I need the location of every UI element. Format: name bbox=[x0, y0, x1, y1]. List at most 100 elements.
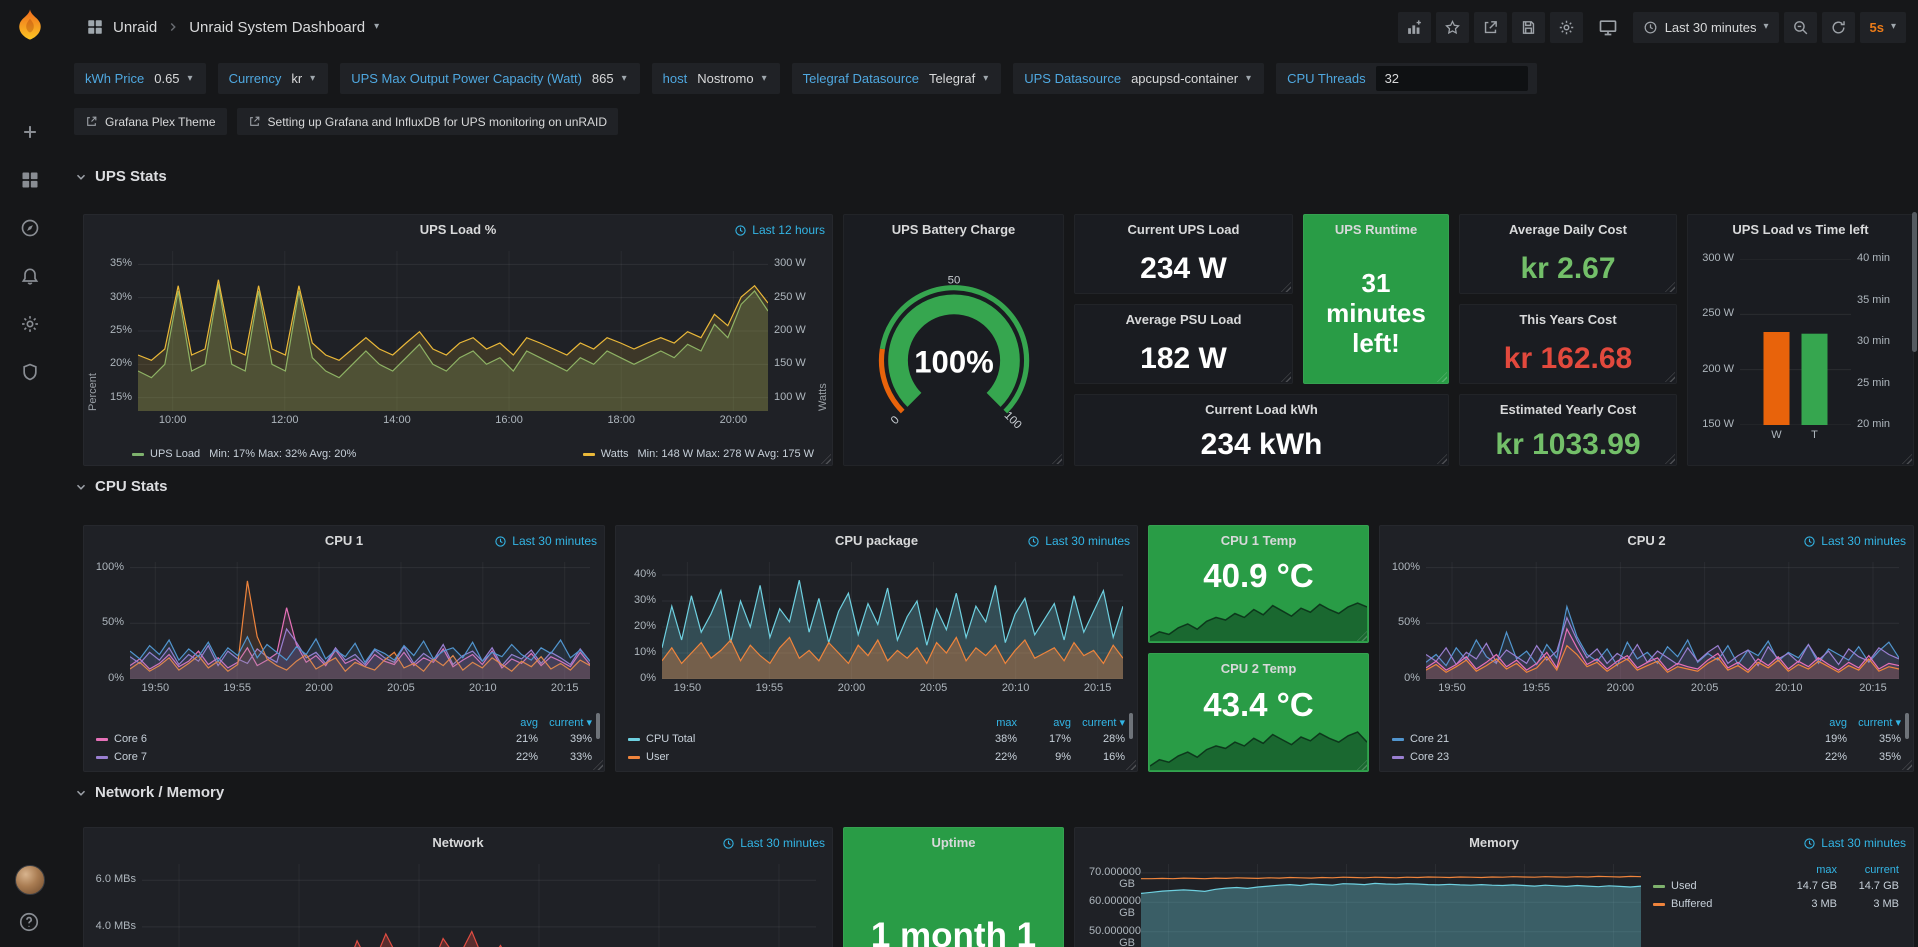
legend-series-name[interactable]: Core 6 bbox=[96, 733, 484, 745]
user-avatar[interactable] bbox=[15, 865, 45, 895]
variable-value-dropdown[interactable]: Telegraf▾ bbox=[929, 71, 997, 86]
chart-plot[interactable] bbox=[662, 562, 1123, 679]
share-button[interactable] bbox=[1474, 12, 1507, 43]
explore-compass-icon[interactable] bbox=[0, 208, 60, 248]
legend-color-dash bbox=[628, 738, 640, 741]
y-axis-tick: 40 min bbox=[1857, 252, 1918, 264]
legend-scrollbar[interactable] bbox=[1129, 713, 1133, 739]
legend-column-header[interactable]: avg bbox=[484, 717, 538, 729]
refresh-interval-picker[interactable]: 5s ▾ bbox=[1860, 12, 1907, 43]
panel-time-range[interactable]: Last 30 minutes bbox=[1027, 534, 1130, 548]
legend-series-name[interactable]: CPU Total bbox=[628, 733, 963, 745]
time-range-picker[interactable]: Last 30 minutes ▾ bbox=[1633, 12, 1779, 43]
legend-column-header[interactable]: max bbox=[963, 717, 1017, 729]
legend-scrollbar[interactable] bbox=[596, 713, 600, 739]
panel-header[interactable]: CPU 2 Last 30 minutes bbox=[1380, 526, 1913, 556]
grafana-logo-icon[interactable] bbox=[12, 6, 48, 46]
legend-column-header[interactable]: current ▾ bbox=[1847, 716, 1901, 729]
variable-value-dropdown[interactable]: 865▾ bbox=[592, 71, 636, 86]
panel-header[interactable]: Memory Last 30 minutes bbox=[1075, 828, 1913, 858]
legend-column-header[interactable]: current ▾ bbox=[1071, 716, 1125, 729]
legend-series-name[interactable]: User bbox=[628, 751, 963, 763]
panel-header[interactable]: UPS Load vs Time left bbox=[1688, 215, 1913, 245]
panel-current-load-kwh: Current Load kWh 234 kWh bbox=[1074, 394, 1449, 466]
panel-header[interactable]: UPS Battery Charge bbox=[844, 215, 1063, 245]
legend-series-name[interactable]: Core 21 bbox=[1392, 733, 1793, 745]
panel-header[interactable]: CPU package Last 30 minutes bbox=[616, 526, 1137, 556]
x-axis-tick: 20:10 bbox=[1767, 682, 1811, 694]
help-icon[interactable] bbox=[18, 911, 40, 933]
legend-series-name[interactable]: Core 7 bbox=[96, 751, 484, 763]
legend-series-name[interactable]: Used bbox=[1653, 880, 1775, 892]
variable-value-input[interactable]: 32 bbox=[1376, 66, 1528, 91]
panel-resize-handle[interactable] bbox=[1902, 760, 1912, 770]
panel-header[interactable]: CPU 1 Last 30 minutes bbox=[84, 526, 604, 556]
legend-item[interactable]: UPS LoadMin: 17% Max: 32% Avg: 20% bbox=[132, 448, 356, 460]
caret-down-icon[interactable]: ▾ bbox=[374, 22, 379, 32]
breadcrumb-app[interactable]: Unraid bbox=[113, 19, 157, 36]
legend-column-header[interactable]: current bbox=[1837, 864, 1899, 876]
dashboard-link[interactable]: Grafana Plex Theme bbox=[74, 108, 227, 135]
alerting-bell-icon[interactable] bbox=[0, 256, 60, 296]
legend-scrollbar[interactable] bbox=[1905, 713, 1909, 739]
variable-label: Currency bbox=[229, 71, 282, 86]
panel-header[interactable]: Network Last 30 minutes bbox=[84, 828, 832, 858]
panel-time-range[interactable]: Last 30 minutes bbox=[494, 534, 597, 548]
variable-value-dropdown[interactable]: apcupsd-container▾ bbox=[1131, 71, 1260, 86]
section-header-network-memory[interactable]: Network / Memory bbox=[74, 784, 224, 801]
page-scrollbar[interactable] bbox=[1912, 212, 1917, 352]
dashboards-icon[interactable] bbox=[0, 160, 60, 200]
chart-plot[interactable] bbox=[1426, 562, 1899, 679]
add-panel-button[interactable] bbox=[1398, 12, 1431, 43]
legend-column-header[interactable]: avg bbox=[1017, 717, 1071, 729]
section-header-cpu-stats[interactable]: CPU Stats bbox=[74, 478, 168, 495]
chart-plot[interactable] bbox=[1141, 864, 1641, 947]
cycle-view-monitor-icon[interactable] bbox=[1598, 17, 1618, 37]
section-header-ups-stats[interactable]: UPS Stats bbox=[74, 168, 167, 185]
variable-value-dropdown[interactable]: Nostromo▾ bbox=[697, 71, 775, 86]
panel-resize-handle[interactable] bbox=[1126, 760, 1136, 770]
stat-sparkline bbox=[1150, 726, 1367, 770]
dashboard-link[interactable]: Setting up Grafana and InfluxDB for UPS … bbox=[237, 108, 619, 135]
legend-row: CPU Total38%17%28% bbox=[628, 730, 1125, 748]
panel-resize-handle[interactable] bbox=[821, 454, 831, 464]
legend-item[interactable]: WattsMin: 148 W Max: 278 W Avg: 175 W bbox=[583, 448, 814, 460]
dashboard-links-row: Grafana Plex Theme Setting up Grafana and… bbox=[74, 108, 618, 135]
x-axis-tick: 16:00 bbox=[487, 414, 531, 426]
dashboard-grid-icon[interactable] bbox=[86, 18, 104, 36]
panel-resize-handle[interactable] bbox=[593, 760, 603, 770]
legend-column-header[interactable]: current ▾ bbox=[538, 716, 592, 729]
x-axis-tick: 20:05 bbox=[912, 682, 956, 694]
breadcrumb-dashboard-title[interactable]: Unraid System Dashboard bbox=[189, 19, 365, 36]
chart-plot[interactable] bbox=[138, 251, 768, 411]
star-button[interactable] bbox=[1436, 12, 1469, 43]
refresh-button[interactable] bbox=[1822, 12, 1855, 43]
bar-label: T bbox=[1793, 429, 1837, 441]
variable-ups-max-output-power-capacity-watt: UPS Max Output Power Capacity (Watt)865▾ bbox=[340, 63, 639, 94]
chart-plot[interactable] bbox=[130, 562, 590, 679]
panel-time-range[interactable]: Last 30 minutes bbox=[1803, 534, 1906, 548]
create-plus-icon[interactable] bbox=[0, 112, 60, 152]
panel-time-range[interactable]: Last 30 minutes bbox=[1803, 836, 1906, 850]
panel-time-range[interactable]: Last 30 minutes bbox=[722, 836, 825, 850]
variable-value-dropdown[interactable]: 0.65▾ bbox=[154, 71, 201, 86]
chart-plot[interactable] bbox=[1740, 259, 1851, 425]
server-admin-shield-icon[interactable] bbox=[0, 352, 60, 392]
panel-resize-handle[interactable] bbox=[1902, 454, 1912, 464]
stat-value: kr 1033.99 bbox=[1460, 425, 1676, 465]
configuration-gear-icon[interactable] bbox=[0, 304, 60, 344]
dashboard-settings-button[interactable] bbox=[1550, 12, 1583, 43]
variable-value-dropdown[interactable]: kr▾ bbox=[291, 71, 324, 86]
save-button[interactable] bbox=[1512, 12, 1545, 43]
legend-series-name[interactable]: Buffered bbox=[1653, 898, 1775, 910]
panel-header[interactable]: UPS Load % Last 12 hours bbox=[84, 215, 832, 245]
panel-ups-load-percent: UPS Load % Last 12 hours Percent Watts U… bbox=[83, 214, 833, 466]
legend-column-header[interactable]: avg bbox=[1793, 717, 1847, 729]
zoom-out-button[interactable] bbox=[1784, 12, 1817, 43]
chart-plot[interactable] bbox=[142, 864, 816, 947]
legend-series-name[interactable]: Core 23 bbox=[1392, 751, 1793, 763]
y-axis-tick: 10% bbox=[610, 646, 656, 658]
panel-time-range[interactable]: Last 12 hours bbox=[734, 223, 825, 237]
caret-down-icon: ▾ bbox=[1891, 22, 1896, 32]
legend-column-header[interactable]: max bbox=[1775, 864, 1837, 876]
